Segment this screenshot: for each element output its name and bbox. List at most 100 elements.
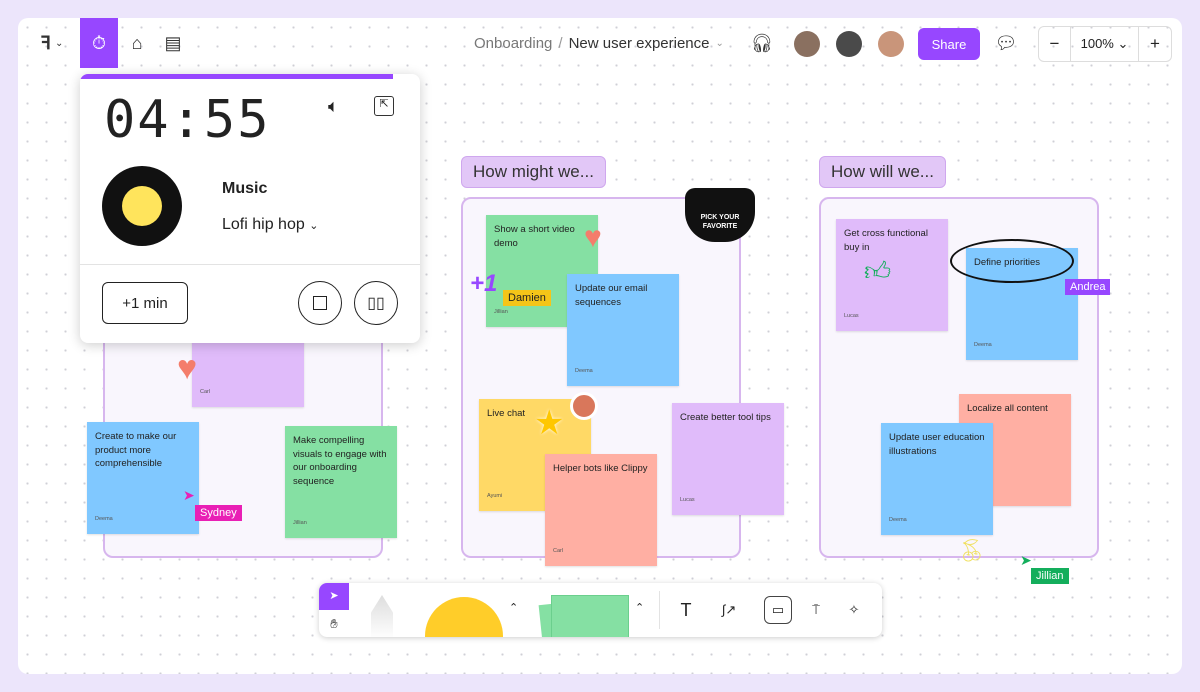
- cursor-label: Damien: [503, 290, 551, 306]
- pause-icon: ▯▯: [367, 295, 385, 312]
- move-tool[interactable]: ➤: [319, 583, 349, 610]
- stamp-icon: ⍑: [812, 602, 820, 617]
- section-title[interactable]: How might we...: [461, 156, 606, 188]
- chevron-down-icon[interactable]: ⌄: [715, 38, 723, 49]
- note-text: Show a short video demo: [494, 224, 575, 249]
- cursor-label: Jillian: [1031, 568, 1069, 584]
- breadcrumb-parent[interactable]: Onboarding: [474, 35, 552, 52]
- zoom-in-button[interactable]: +: [1139, 27, 1171, 61]
- chevron-up-icon[interactable]: ⌃: [509, 601, 518, 614]
- stop-icon: [313, 296, 327, 310]
- note-author: Carl: [553, 547, 564, 554]
- hand-icon: ✋︎: [330, 616, 338, 631]
- sticky-note-tool-front: [551, 595, 629, 637]
- layout-button[interactable]: ▤: [154, 18, 192, 68]
- vinyl-record-icon: [102, 166, 182, 246]
- thumbs-up-sticker-icon[interactable]: 👍︎: [864, 258, 891, 283]
- divider: [659, 591, 660, 629]
- chevron-up-icon[interactable]: ⌃: [635, 601, 644, 614]
- sticky-note[interactable]: Update user education illustrations Deema: [881, 423, 993, 535]
- circle-sticker-icon[interactable]: [570, 392, 598, 420]
- cherries-sticker-icon[interactable]: 🍒︎: [958, 538, 986, 564]
- note-text: Update our email sequences: [575, 283, 648, 308]
- add-minute-button[interactable]: +1 min: [102, 282, 188, 324]
- section-tool[interactable]: ▭: [764, 596, 792, 624]
- audio-button[interactable]: 🎧︎: [743, 18, 781, 68]
- avatar[interactable]: [794, 31, 820, 57]
- shape-tool[interactable]: [425, 597, 503, 637]
- zoom-control: − 100% ⌄ +: [1038, 26, 1172, 62]
- note-text: Helper bots like Clippy: [553, 463, 648, 474]
- comment-button[interactable]: 💬︎: [987, 18, 1025, 68]
- pick-your-favorite-sticker[interactable]: PICK YOUR FAVORITE: [685, 188, 755, 242]
- sticky-note[interactable]: Update our email sequences Deema: [567, 274, 679, 386]
- timer-progress-bar: [80, 74, 393, 79]
- note-author: Jillian: [293, 519, 307, 526]
- sticker-icon: ✧: [848, 602, 860, 617]
- heart-sticker-icon[interactable]: ♥: [584, 221, 602, 255]
- avatar[interactable]: [878, 31, 904, 57]
- bottom-toolbar: ➤ ✋︎ ⌃ ⌃ T ∫↗ ▭ ⍑ ✧: [319, 583, 882, 637]
- sticky-note[interactable]: Create better tool tips Lucas: [672, 403, 784, 515]
- pause-button[interactable]: ▯▯: [354, 281, 398, 325]
- section-icon: ▭: [771, 602, 785, 617]
- connector-tool[interactable]: ∫↗: [709, 596, 749, 624]
- note-author: Deema: [974, 341, 992, 348]
- figma-menu-button[interactable]: ꟻ ⌄: [28, 18, 76, 68]
- sticky-note[interactable]: Create to make our product more comprehe…: [87, 422, 199, 534]
- timer-display: 04:55: [104, 90, 271, 150]
- timer-icon: ⏱: [91, 32, 107, 53]
- connector-icon: ∫↗: [721, 602, 737, 617]
- note-author: Ayumi: [487, 492, 503, 499]
- timer-button[interactable]: ⏱: [80, 18, 118, 68]
- text-icon: T: [680, 599, 692, 620]
- resources-button[interactable]: ⌂: [118, 18, 156, 68]
- breadcrumb-separator: /: [558, 35, 563, 52]
- sticky-note[interactable]: Get cross functional buy in Lucas 👍︎: [836, 219, 948, 331]
- zoom-level: 100%: [1080, 36, 1114, 51]
- pointer-icon: ➤: [329, 590, 339, 602]
- note-text: Live chat: [487, 408, 526, 419]
- music-track-dropdown[interactable]: Lofi hip hop ⌄: [222, 216, 318, 234]
- text-tool[interactable]: T: [672, 596, 700, 624]
- note-author: Jillian: [494, 308, 508, 315]
- note-text: Make compelling visuals to engage with o…: [293, 435, 387, 487]
- file-name[interactable]: New user experience: [569, 35, 710, 52]
- cursor-label: Andrea: [1065, 279, 1111, 295]
- zoom-level-dropdown[interactable]: 100% ⌄: [1071, 27, 1139, 61]
- volume-icon[interactable]: 🔈︎: [328, 96, 339, 117]
- note-author: Lucas: [680, 496, 695, 503]
- note-author: Lucas: [844, 312, 859, 319]
- hand-tool[interactable]: ✋︎: [319, 610, 349, 637]
- plus-one-stamp[interactable]: +1: [470, 270, 497, 298]
- comment-icon: 💬︎: [994, 32, 1018, 53]
- share-button[interactable]: Share: [918, 28, 980, 60]
- stop-button[interactable]: [298, 281, 342, 325]
- note-text: Create better tool tips: [680, 412, 771, 423]
- whiteboard-canvas[interactable]: ꟻ ⌄ ⏱ ⌂ ▤ Onboarding / New user experienc…: [18, 18, 1182, 674]
- note-text: Get cross functional buy in: [844, 228, 928, 253]
- collapse-icon[interactable]: ⇱: [374, 96, 394, 116]
- pen-tool[interactable]: [371, 595, 393, 637]
- section-title[interactable]: How will we...: [819, 156, 946, 188]
- chevron-down-icon: ⌄: [54, 37, 64, 49]
- note-text: Update user education illustrations: [889, 432, 985, 457]
- sticky-note[interactable]: Helper bots like Clippy Carl: [545, 454, 657, 566]
- cursor-label: Sydney: [195, 505, 242, 521]
- heart-sticker-icon[interactable]: ♥: [177, 349, 197, 388]
- widgets-tool[interactable]: ✧: [840, 596, 868, 624]
- note-author: Deema: [889, 516, 907, 523]
- stamp-tool[interactable]: ⍑: [802, 596, 830, 624]
- sticky-note[interactable]: Make compelling visuals to engage with o…: [285, 426, 397, 538]
- cursor-icon: ➤: [1020, 552, 1032, 568]
- divider: [80, 264, 420, 265]
- zoom-out-button[interactable]: −: [1039, 27, 1071, 61]
- note-text: Localize all content: [967, 403, 1048, 414]
- star-sticker-icon[interactable]: ★: [534, 403, 564, 443]
- note-author: Carl: [200, 388, 211, 395]
- figma-logo-icon: ꟻ: [40, 32, 51, 53]
- toolbox-icon: ⌂: [131, 32, 143, 53]
- note-text: Create to make our product more comprehe…: [95, 431, 177, 469]
- pen-circle-drawing[interactable]: [950, 239, 1074, 283]
- avatar[interactable]: [836, 31, 862, 57]
